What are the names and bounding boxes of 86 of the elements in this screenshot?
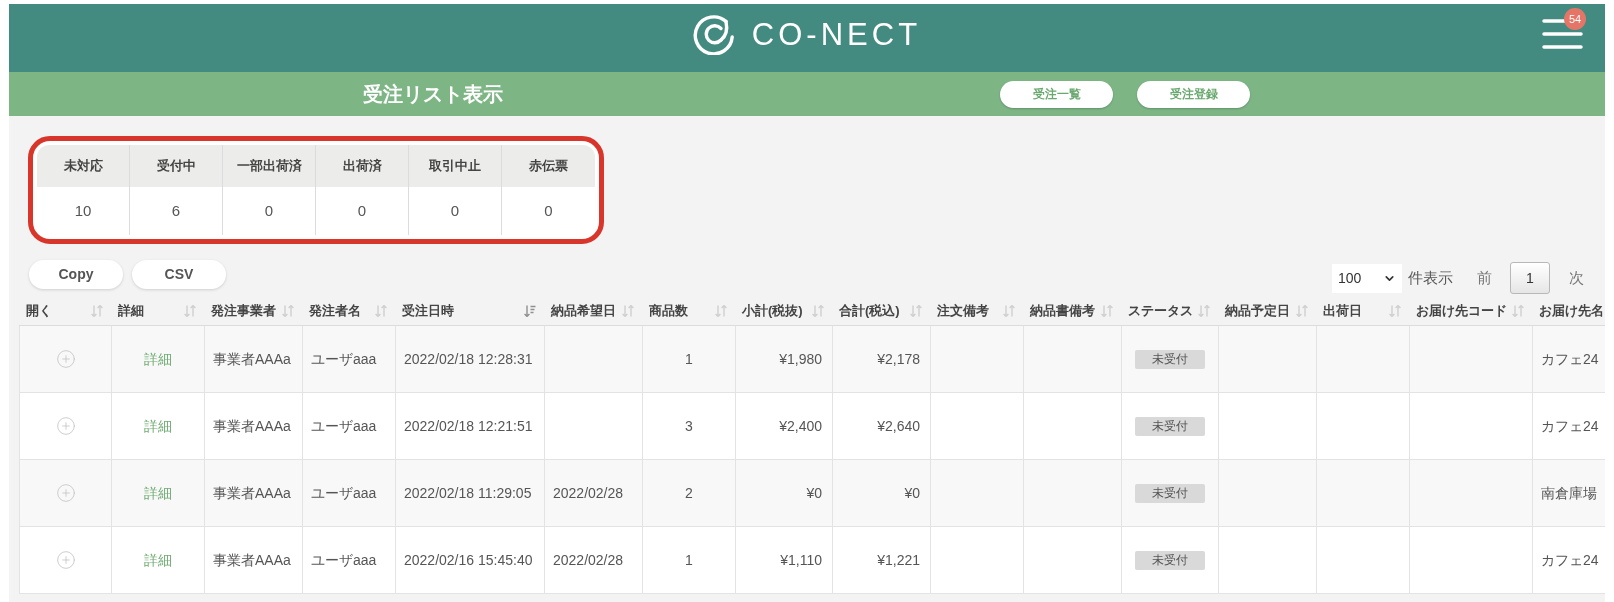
table-cell: 2022/02/18 12:21:51 <box>396 393 545 459</box>
column-header[interactable]: お届け先名 <box>1532 296 1612 325</box>
status-badge: 未受付 <box>1135 550 1205 570</box>
table-cell: ユーザaaa <box>303 393 396 459</box>
table-cell: ¥1,221 <box>833 527 931 593</box>
plus-circle-icon[interactable] <box>55 416 76 436</box>
column-header[interactable]: 商品数 <box>642 296 735 325</box>
table-cell: 2022/02/16 15:45:40 <box>396 527 545 593</box>
next-page-link[interactable]: 次 <box>1569 266 1584 290</box>
table-cell: 事業者AAAa <box>205 393 303 459</box>
table-cell: ¥1,980 <box>736 326 833 392</box>
page-size-label: 件表示 <box>1408 267 1453 288</box>
column-header[interactable]: 納品希望日 <box>544 296 642 325</box>
column-header[interactable]: 合計(税込) <box>832 296 930 325</box>
table-cell: ¥0 <box>736 460 833 526</box>
column-header[interactable]: 小計(税抜) <box>735 296 832 325</box>
status-badge: 未受付 <box>1135 349 1205 369</box>
column-header[interactable]: 納品予定日 <box>1218 296 1316 325</box>
table-cell: 事業者AAAa <box>205 460 303 526</box>
table-cell: ユーザaaa <box>303 460 396 526</box>
sort-icon[interactable] <box>282 304 294 317</box>
page-number-button[interactable]: 1 <box>1510 262 1550 294</box>
table-cell: ¥2,400 <box>736 393 833 459</box>
sort-icon[interactable] <box>1389 304 1401 317</box>
table-cell: 事業者AAAa <box>205 326 303 392</box>
table-cell: ¥0 <box>833 460 931 526</box>
table-cell: 2022/02/18 12:28:31 <box>396 326 545 392</box>
sort-icon[interactable] <box>375 304 387 317</box>
sort-icon[interactable] <box>91 304 103 317</box>
plus-circle-icon[interactable] <box>55 483 76 503</box>
column-header[interactable]: 詳細 <box>111 296 204 325</box>
sort-icon[interactable] <box>1198 304 1210 317</box>
table-cell: ¥2,640 <box>833 393 931 459</box>
page-size-select[interactable]: 100 <box>1332 263 1402 293</box>
summary-heading: 取引中止 <box>409 145 502 187</box>
plus-circle-icon[interactable] <box>55 349 76 369</box>
column-header[interactable]: 開く <box>19 296 111 325</box>
column-header[interactable]: 注文備考 <box>930 296 1023 325</box>
previous-page-link[interactable]: 前 <box>1477 266 1492 290</box>
sort-icon[interactable] <box>184 304 196 317</box>
summary-heading: 一部出荷済 <box>223 145 316 187</box>
column-header[interactable]: 発注事業者 <box>204 296 302 325</box>
column-header[interactable]: 納品書備考 <box>1023 296 1121 325</box>
table-cell: 3 <box>643 393 736 459</box>
table-cell: ¥1,110 <box>736 527 833 593</box>
table-cell-text: カフェ24 <box>1540 416 1600 436</box>
sort-descending-icon[interactable] <box>524 304 536 317</box>
status-badge: 未受付 <box>1135 416 1205 436</box>
notification-badge: 54 <box>1564 8 1586 30</box>
csv-button[interactable]: CSV <box>132 260 226 289</box>
swirl-logo-icon <box>692 13 735 55</box>
copy-button[interactable]: Copy <box>29 260 123 289</box>
table-cell: 1 <box>643 326 736 392</box>
sort-icon[interactable] <box>715 304 727 317</box>
table-cell: 2022/02/18 11:29:05 <box>396 460 545 526</box>
column-header[interactable]: ステータス <box>1121 296 1218 325</box>
sort-icon[interactable] <box>1101 304 1113 317</box>
page-title: 受注リスト表示 <box>363 83 503 105</box>
column-header[interactable]: お届け先コード <box>1409 296 1532 325</box>
plus-circle-icon[interactable] <box>55 550 76 570</box>
column-header[interactable]: 出荷日 <box>1316 296 1409 325</box>
table-cell-text: カフェ24 <box>1540 550 1600 570</box>
sort-icon[interactable] <box>910 304 922 317</box>
table-cell: 2022/02/28 <box>545 527 643 593</box>
column-header[interactable]: 受注日時 <box>395 296 544 325</box>
table-cell: 事業者AAAa <box>205 527 303 593</box>
status-badge: 未受付 <box>1135 483 1205 503</box>
table-cell: 1 <box>643 527 736 593</box>
summary-heading: 未対応 <box>37 145 130 187</box>
table-cell: 2 <box>643 460 736 526</box>
summary-heading: 受付中 <box>130 145 223 187</box>
table-cell-text: 南倉庫場 <box>1540 483 1598 503</box>
sort-icon[interactable] <box>812 304 824 317</box>
sort-icon[interactable] <box>622 304 634 317</box>
table-cell: ユーザaaa <box>303 326 396 392</box>
logo-text: CO-NECT <box>751 18 922 50</box>
table-cell: 2022/02/28 <box>545 460 643 526</box>
sort-icon[interactable] <box>1296 304 1308 317</box>
sort-icon[interactable] <box>1512 304 1524 317</box>
table-cell-text: カフェ24 <box>1540 349 1600 369</box>
summary-heading: 赤伝票 <box>502 145 595 187</box>
table-cell: ¥2,178 <box>833 326 931 392</box>
summary-heading: 出荷済 <box>316 145 409 187</box>
table-cell: ユーザaaa <box>303 527 396 593</box>
column-header[interactable]: 発注者名 <box>302 296 395 325</box>
sort-icon[interactable] <box>1003 304 1015 317</box>
